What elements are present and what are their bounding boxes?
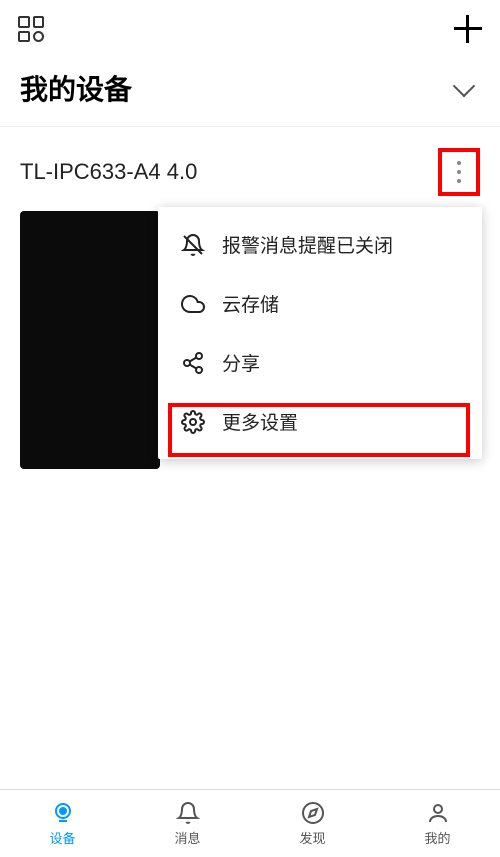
menu-item-alarm[interactable]: 报警消息提醒已关闭 [158,215,482,274]
cloud-icon [180,291,206,317]
bell-icon [175,800,201,826]
menu-item-cloud[interactable]: 云存储 [158,274,482,333]
grid-view-icon[interactable] [18,16,44,42]
person-icon [425,800,451,826]
menu-label: 分享 [222,349,260,376]
device-more-button[interactable] [438,151,480,193]
device-header: TL-IPC633-A4 4.0 [0,127,500,211]
bottom-nav: 设备 消息 发现 我的 [0,789,500,857]
page-header: 我的设备 [0,58,500,127]
menu-item-more-settings[interactable]: 更多设置 [158,392,482,451]
add-icon[interactable] [454,15,482,43]
menu-label: 报警消息提醒已关闭 [222,231,393,258]
device-dropdown-menu: 报警消息提醒已关闭 云存储 [158,207,482,459]
gear-icon [180,409,206,435]
device-name: TL-IPC633-A4 4.0 [20,159,197,185]
nav-label: 设备 [49,828,75,847]
nav-label: 消息 [174,828,200,847]
nav-label: 发现 [299,828,325,847]
nav-item-device[interactable]: 设备 [0,790,125,857]
share-icon [180,350,206,376]
menu-label: 更多设置 [222,408,298,435]
menu-item-share[interactable]: 分享 [158,333,482,392]
device-preview-thumbnail[interactable] [20,211,160,469]
top-bar [0,0,500,58]
bell-off-icon [180,232,206,258]
nav-item-discover[interactable]: 发现 [250,790,375,857]
chevron-down-icon[interactable] [453,75,476,98]
nav-label: 我的 [424,828,450,847]
highlight-box [438,148,480,196]
page-title: 我的设备 [20,68,132,108]
compass-icon [300,800,326,826]
menu-label: 云存储 [222,290,279,317]
nav-item-mine[interactable]: 我的 [375,790,500,857]
nav-item-message[interactable]: 消息 [125,790,250,857]
camera-icon [50,800,76,826]
